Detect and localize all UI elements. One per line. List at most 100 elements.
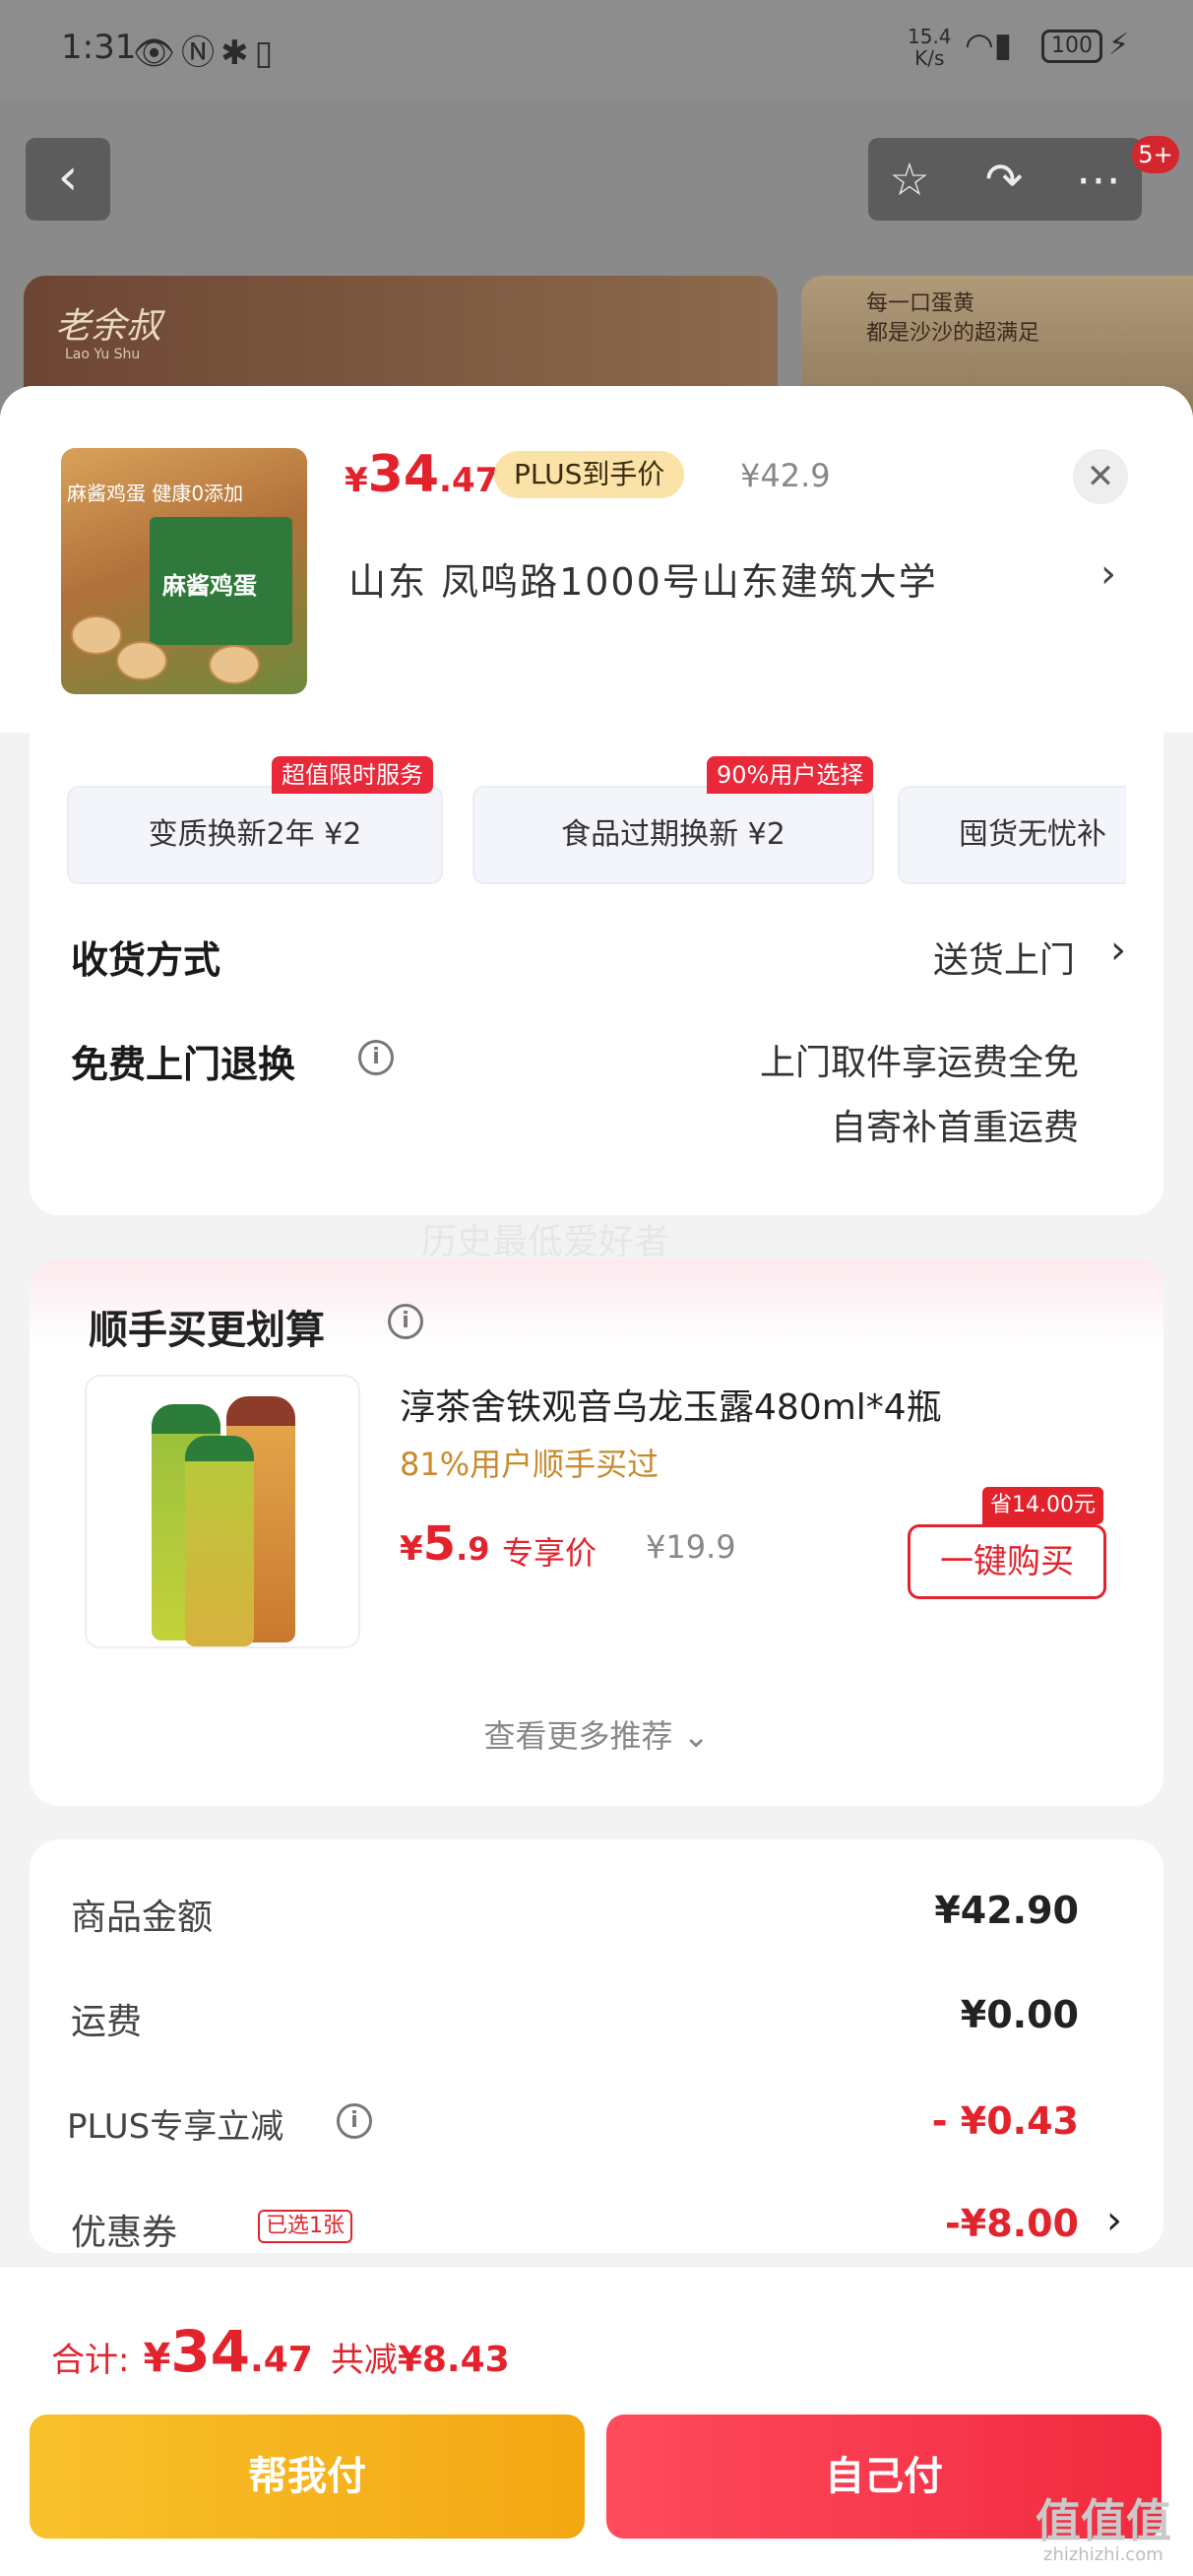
egg-image — [71, 615, 122, 655]
shipping-value: ¥0.00 — [960, 1993, 1079, 2036]
battery-indicator: 100 — [1041, 30, 1102, 63]
shipping-label: 运费 — [71, 2002, 143, 2042]
recommend-product-name[interactable]: 淳茶舍铁观音乌龙玉露480ml*4瓶 — [400, 1379, 942, 1430]
alert-icon: ▮ — [993, 26, 1013, 65]
price-decimal: .47 — [439, 461, 499, 500]
service-badge: 超值限时服务 — [272, 756, 433, 794]
info-icon[interactable]: i — [337, 2103, 372, 2139]
recommendation-title: 顺手买更划算 — [89, 1308, 325, 1353]
service-option[interactable]: 变质换新2年 ¥2 — [67, 786, 443, 884]
delivery-method-label: 收货方式 — [71, 938, 221, 982]
charging-icon: ⚡ — [1108, 28, 1130, 62]
site-watermark: 值值值 — [1036, 2494, 1171, 2547]
original-price: ¥42.9 — [740, 457, 831, 494]
total-decimal: .47 — [250, 2340, 313, 2380]
wifi-icon: ◠ — [965, 26, 994, 65]
free-return-line2: 自寄补首重运费 — [830, 1108, 1079, 1148]
coupon-label[interactable]: 优惠券 — [71, 2204, 177, 2255]
help-me-pay-button[interactable]: 帮我付 — [30, 2415, 585, 2539]
network-speed-value: 15.4 — [908, 25, 952, 48]
goods-amount-label: 商品金额 — [71, 1898, 214, 1938]
watermark-text: 历史最低爱好者 — [421, 1222, 670, 1262]
more-button[interactable]: ⋯ — [1069, 150, 1128, 209]
coupon-value[interactable]: -¥8.00 — [945, 2202, 1079, 2245]
delivery-address[interactable]: 山东 凤鸣路1000号山东建筑大学 — [348, 551, 938, 606]
network-speed-unit: K/s — [914, 46, 945, 70]
rec-price-decimal: .9 — [456, 1530, 490, 1568]
message-badge: 5+ — [1132, 136, 1179, 173]
save-amount-tag: 省14.00元 — [982, 1487, 1103, 1524]
one-click-buy-button[interactable]: 一键购买 — [908, 1524, 1106, 1599]
rec-price-integer: 5 — [422, 1516, 457, 1572]
service-option[interactable]: 囤货无忧补 — [898, 786, 1126, 884]
back-button[interactable]: ‹ — [26, 138, 110, 221]
network-speed: 15.4 K/s — [908, 26, 952, 69]
total-discount-label: 共减 — [330, 2341, 398, 2380]
total-line: 合计: ¥ 34 .47 共减 ¥8.43 — [51, 2318, 510, 2385]
info-icon[interactable]: i — [358, 1040, 394, 1075]
site-watermark-url: zhizhizhi.com — [1043, 2544, 1163, 2565]
chevron-right-icon[interactable]: › — [1100, 551, 1116, 597]
checkout-footer: 合计: ¥ 34 .47 共减 ¥8.43 帮我付 自己付 — [0, 2265, 1193, 2576]
brand-logo: 老余叔 — [55, 306, 162, 347]
coupon-selected-tag: 已选1张 — [258, 2210, 352, 2243]
price-currency: ¥ — [345, 461, 368, 500]
free-return-line1: 上门取件享运费全免 — [759, 1043, 1079, 1083]
star-icon: ☆ — [889, 153, 930, 206]
share-button[interactable]: ↷ — [974, 150, 1034, 209]
banner-text-line1: 每一口蛋黄 — [866, 291, 975, 316]
total-label: 合计: — [51, 2341, 130, 2380]
nfc-icon: Ⓝ — [181, 33, 221, 73]
plus-discount-label: PLUS专享立减 — [67, 2107, 284, 2147]
chevron-right-icon[interactable]: › — [1110, 928, 1126, 973]
favorite-button[interactable]: ☆ — [880, 150, 939, 209]
sheet-header: 麻酱鸡蛋 健康0添加 麻酱鸡蛋 ¥ 34 .47 PLUS到手价 ¥42.9 ✕… — [0, 386, 1193, 733]
price-summary-card: 商品金额 ¥42.90 运费 ¥0.00 PLUS专享立减 i - ¥0.43 … — [30, 1839, 1163, 2253]
recommend-product-image[interactable] — [85, 1375, 360, 1648]
total-integer: 34 — [170, 2318, 251, 2385]
checkout-sheet: 麻酱鸡蛋 健康0添加 麻酱鸡蛋 ¥ 34 .47 PLUS到手价 ¥42.9 ✕… — [0, 386, 1193, 2576]
service-badge: 90%用户选择 — [707, 756, 874, 794]
recommend-product-subtitle: 81%用户顺手买过 — [400, 1446, 659, 1483]
service-section: 变质换新2年 ¥2 超值限时服务 食品过期换新 ¥2 90%用户选择 囤货无忧补… — [30, 733, 1163, 1215]
vibrate-icon: ▯ — [254, 33, 280, 73]
top-action-group: ☆ ↷ ⋯ — [868, 138, 1142, 221]
bluetooth-icon: ✱ — [220, 33, 255, 73]
banner-text-line2: 都是沙沙的超满足 — [866, 321, 1040, 346]
recommend-price: ¥ 5 .9 — [400, 1516, 490, 1572]
recommend-original-price: ¥19.9 — [646, 1528, 736, 1566]
thumb-top-text: 麻酱鸡蛋 健康0添加 — [67, 482, 244, 505]
status-right-icons: ◠▮ — [965, 26, 1012, 65]
service-option[interactable]: 食品过期换新 ¥2 — [472, 786, 874, 884]
thumb-box-label: 麻酱鸡蛋 — [162, 572, 257, 600]
egg-image — [116, 641, 167, 680]
info-icon[interactable]: i — [388, 1304, 423, 1339]
bottle-image — [185, 1436, 254, 1646]
recommendation-card: 顺手买更划算 i 淳茶舍铁观音乌龙玉露480ml*4瓶 81%用户顺手买过 ¥ … — [30, 1258, 1163, 1806]
service-label: 变质换新2年 ¥2 — [148, 817, 362, 852]
plus-price-tag: PLUS到手价 — [494, 451, 685, 498]
free-return-label: 免费上门退换 — [71, 1043, 296, 1086]
egg-image — [209, 645, 260, 684]
chevron-down-icon: ⌄ — [682, 1717, 710, 1755]
total-discount-value: ¥8.43 — [397, 2340, 510, 2380]
total-currency: ¥ — [143, 2336, 171, 2381]
chevron-left-icon: ‹ — [57, 148, 79, 207]
product-thumbnail[interactable]: 麻酱鸡蛋 健康0添加 麻酱鸡蛋 — [61, 448, 307, 694]
goods-amount-value: ¥42.90 — [934, 1889, 1079, 1932]
close-button[interactable]: ✕ — [1073, 449, 1128, 504]
status-left-icons: 👁Ⓝ✱▯ — [133, 26, 279, 74]
eye-icon: 👁 — [133, 33, 182, 73]
banner-text: 每一口蛋黄 都是沙沙的超满足 — [866, 290, 1039, 349]
sheet-price: ¥ 34 .47 — [345, 445, 498, 504]
exclusive-price-label: 专享价 — [502, 1534, 597, 1572]
more-icon: ⋯ — [1076, 153, 1121, 206]
service-label: 囤货无忧补 — [959, 817, 1106, 852]
delivery-method-value[interactable]: 送货上门 — [933, 932, 1075, 983]
rec-price-currency: ¥ — [400, 1529, 423, 1569]
share-icon: ↷ — [984, 153, 1024, 206]
brand-logo-sub: Lao Yu Shu — [65, 347, 141, 362]
chevron-right-icon[interactable]: › — [1106, 2198, 1122, 2243]
view-more-recommendations[interactable]: 查看更多推荐 ⌄ — [30, 1711, 1163, 1757]
price-integer: 34 — [367, 445, 440, 504]
